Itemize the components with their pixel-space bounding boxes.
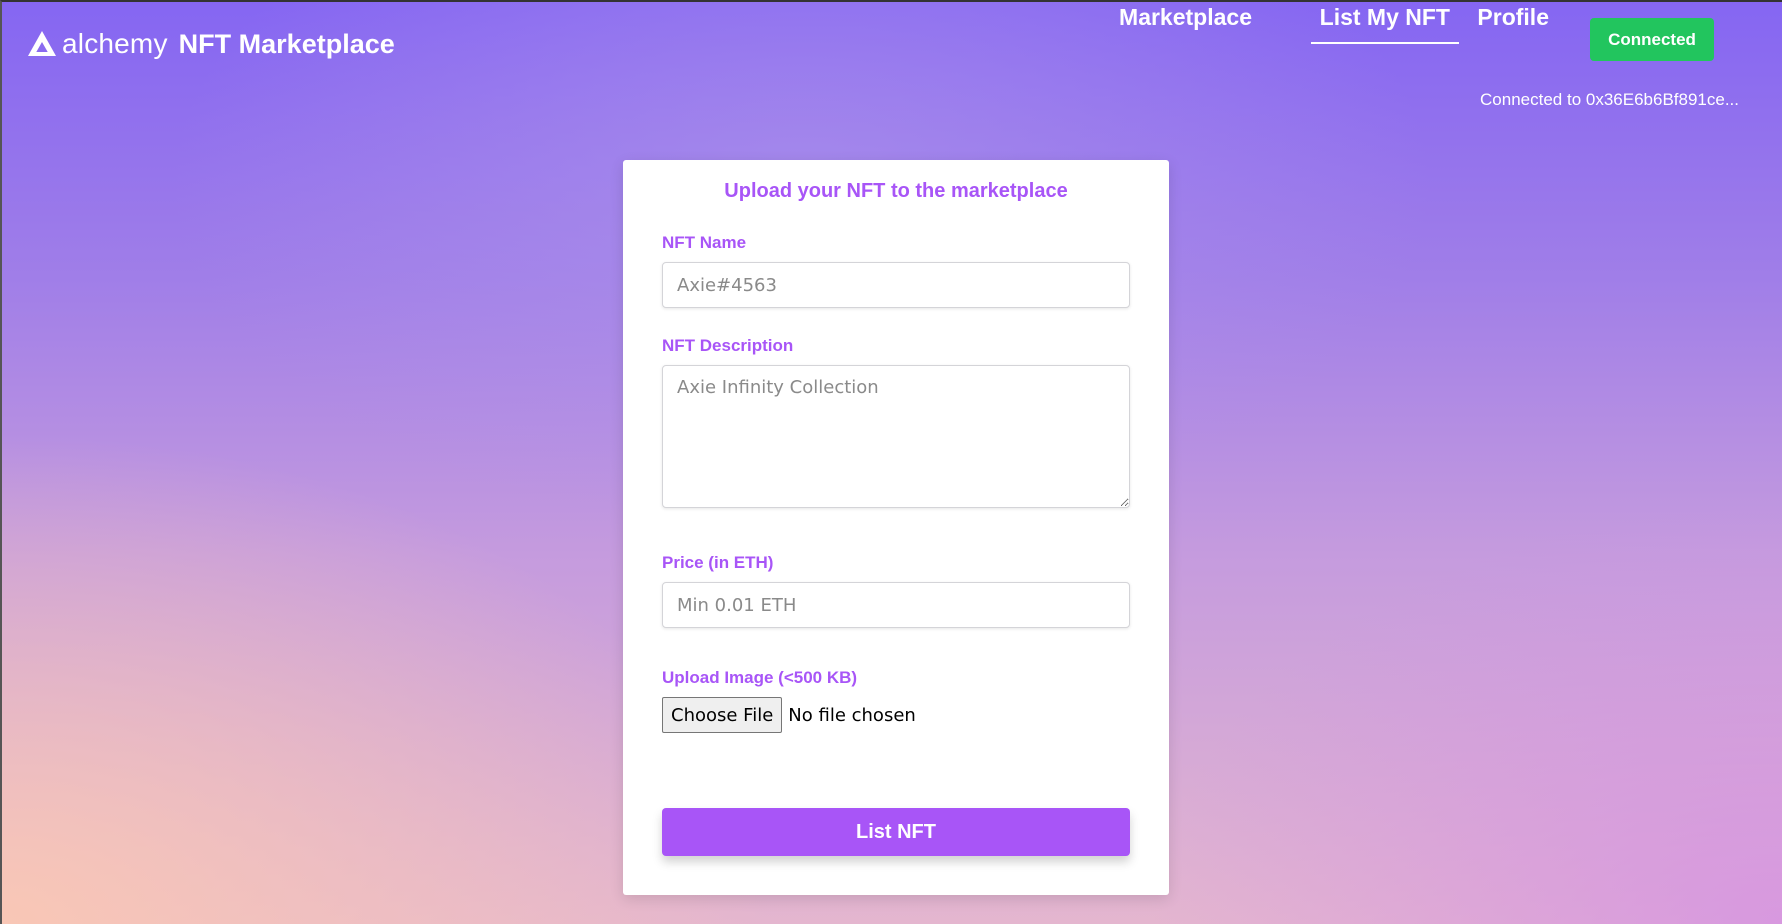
nft-name-input[interactable] [662,262,1130,308]
nav-marketplace[interactable]: Marketplace [1110,2,1261,42]
nft-name-group: NFT Name [662,233,1130,308]
file-status-text: No file chosen [788,704,916,726]
upload-nft-form: Upload your NFT to the marketplace NFT N… [623,160,1169,895]
nft-price-label: Price (in ETH) [662,553,774,572]
alchemy-logo-icon [28,31,56,56]
form-title: Upload your NFT to the marketplace [724,180,1068,202]
nft-description-textarea[interactable] [662,365,1130,508]
image-upload-group: Upload Image (<500 KB) Choose File No fi… [662,668,1130,733]
nft-description-group: NFT Description [662,336,1130,513]
file-input: Choose File No file chosen [662,697,1130,733]
wallet-connected-button[interactable]: Connected [1590,18,1714,61]
nav-profile[interactable]: Profile [1468,2,1558,42]
list-nft-button[interactable]: List NFT [662,808,1130,856]
nft-price-group: Price (in ETH) [662,553,1130,628]
nft-price-input[interactable] [662,582,1130,628]
wallet-address-status: Connected to 0x36E6b6Bf891ce... [1480,90,1739,109]
top-navbar: alchemy NFT Marketplace Marketplace List… [2,2,1782,112]
brand-wordmark: alchemy [62,28,168,59]
nav-list-my-nft[interactable]: List My NFT [1310,2,1459,44]
upload-image-label: Upload Image (<500 KB) [662,668,858,687]
nft-description-label: NFT Description [662,336,794,355]
choose-file-button[interactable]: Choose File [662,697,783,733]
brand-logo[interactable]: alchemy NFT Marketplace [27,28,395,60]
site-title: NFT Marketplace [178,28,395,59]
nft-name-label: NFT Name [662,233,747,252]
